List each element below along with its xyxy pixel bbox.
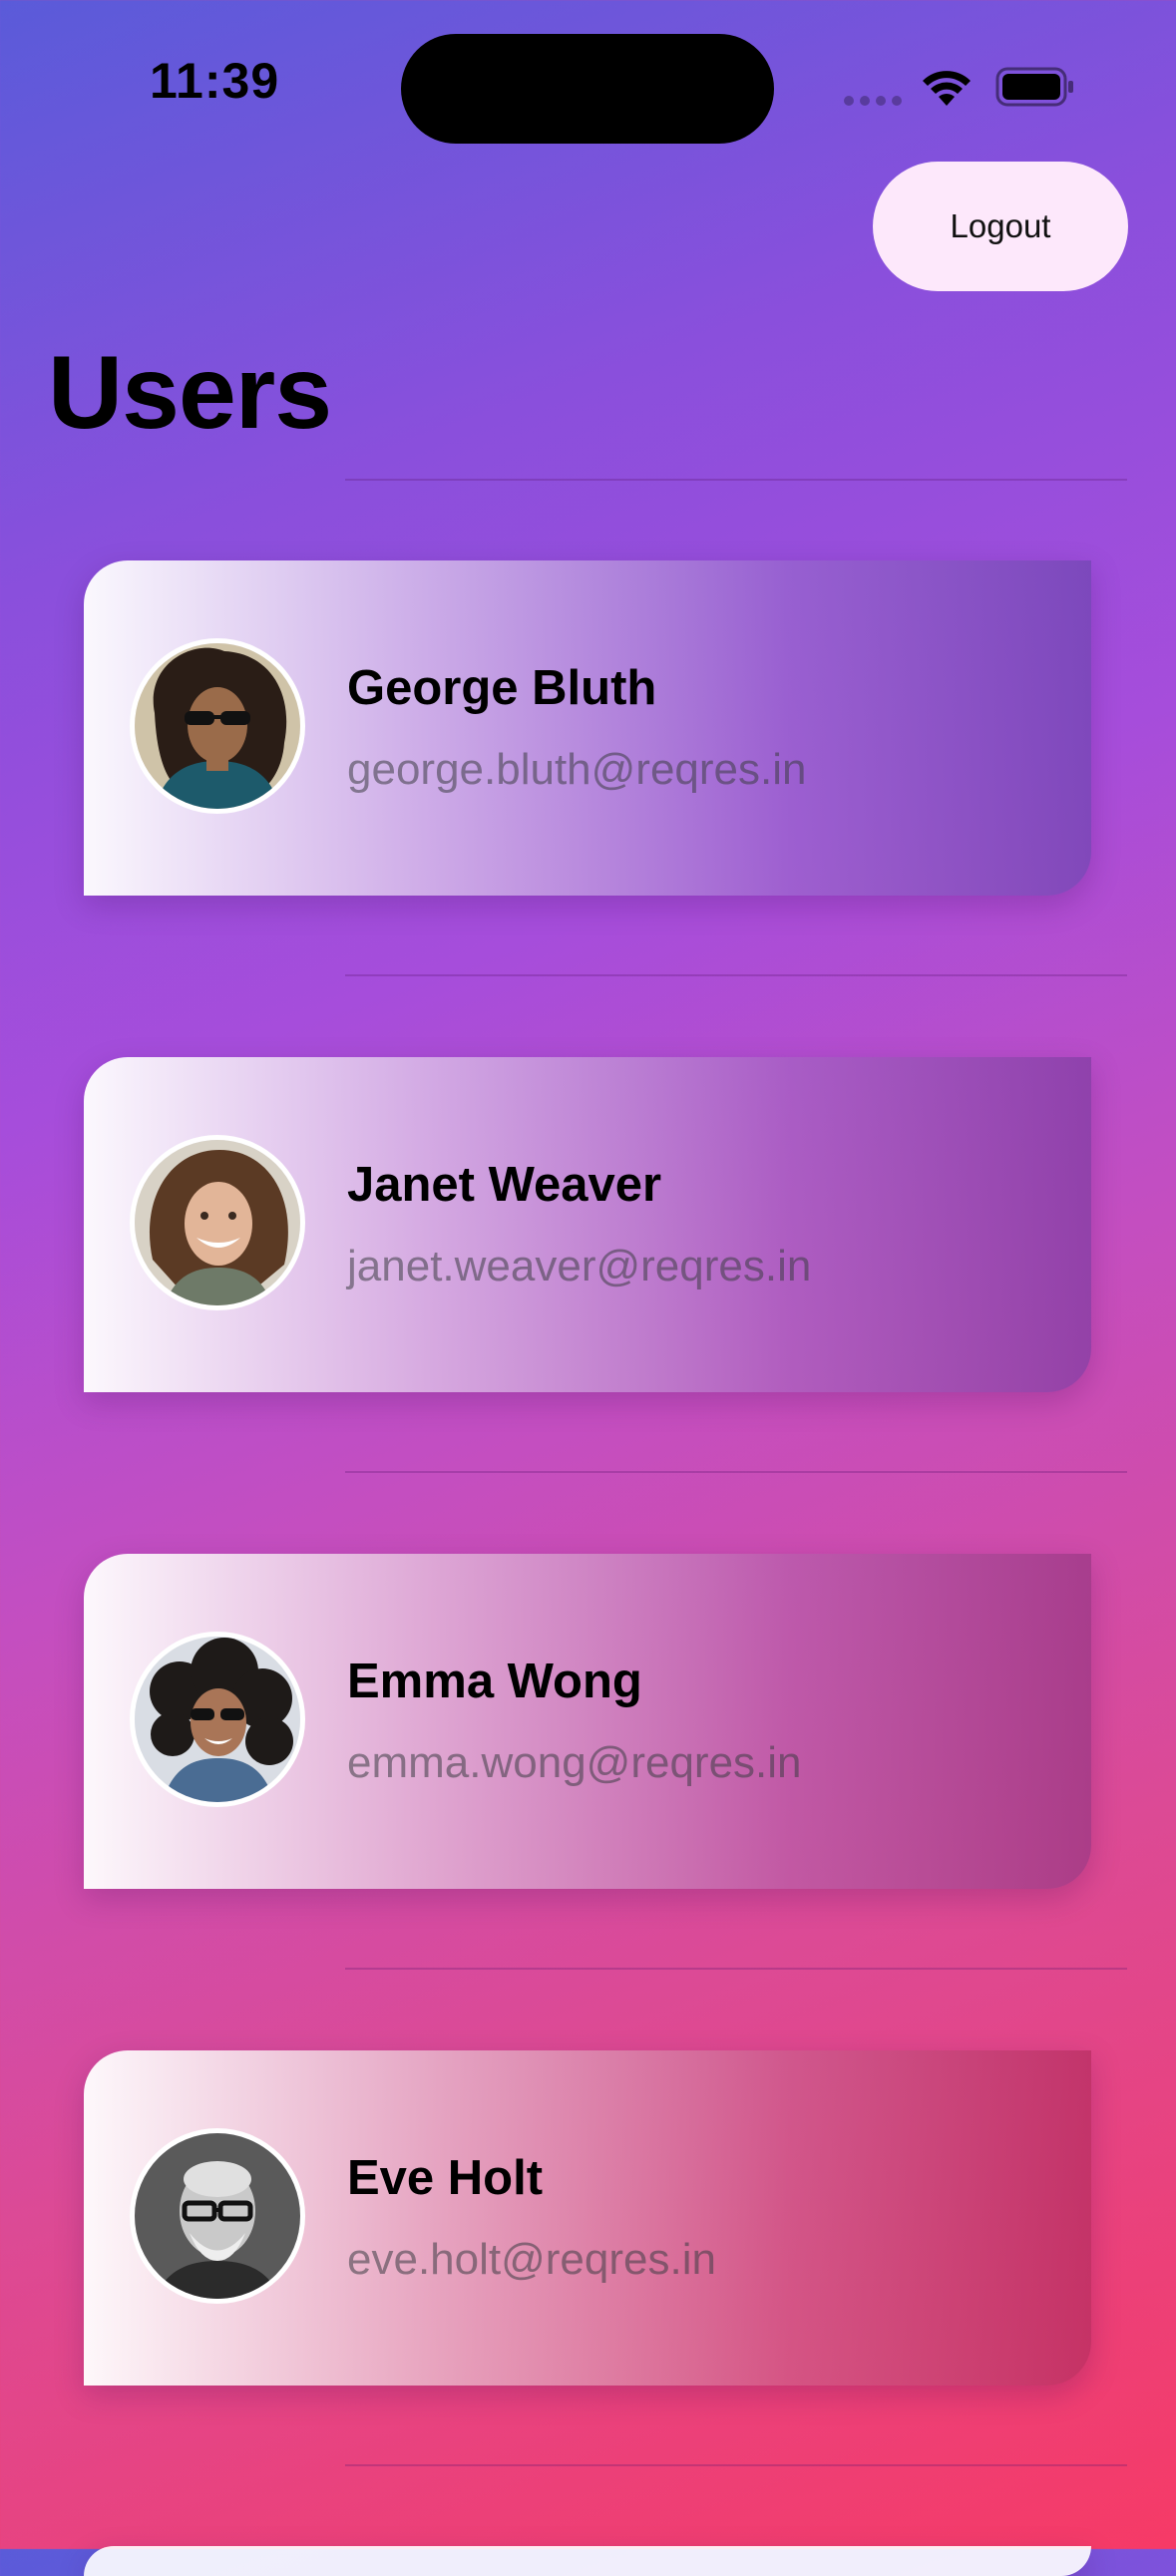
list-separator <box>345 974 1127 976</box>
avatar <box>130 2128 305 2304</box>
user-card-eve-holt[interactable]: Eve Holt eve.holt@reqres.in <box>84 2050 1091 2386</box>
avatar <box>130 1135 305 1310</box>
list-separator <box>345 479 1127 481</box>
user-name: Janet Weaver <box>347 1158 662 1212</box>
user-name: Eve Holt <box>347 2151 544 2205</box>
user-email: janet.weaver@reqres.in <box>347 1242 812 1290</box>
list-separator <box>345 2464 1127 2466</box>
avatar <box>130 638 305 814</box>
user-card-george-bluth[interactable]: George Bluth george.bluth@reqres.in <box>84 560 1091 896</box>
list-separator <box>345 1968 1127 1970</box>
user-card-janet-weaver[interactable]: Janet Weaver janet.weaver@reqres.in <box>84 1057 1091 1392</box>
user-email: george.bluth@reqres.in <box>347 745 807 794</box>
user-card-partial[interactable] <box>84 2546 1091 2576</box>
avatar <box>130 1632 305 1807</box>
list-separator <box>345 1471 1127 1473</box>
users-list: George Bluth george.bluth@reqres.in Jane… <box>0 0 1176 2576</box>
user-card-emma-wong[interactable]: Emma Wong emma.wong@reqres.in <box>84 1554 1091 1889</box>
user-email: eve.holt@reqres.in <box>347 2235 716 2284</box>
user-email: emma.wong@reqres.in <box>347 1738 802 1787</box>
user-name: George Bluth <box>347 661 657 715</box>
user-name: Emma Wong <box>347 1655 642 1708</box>
